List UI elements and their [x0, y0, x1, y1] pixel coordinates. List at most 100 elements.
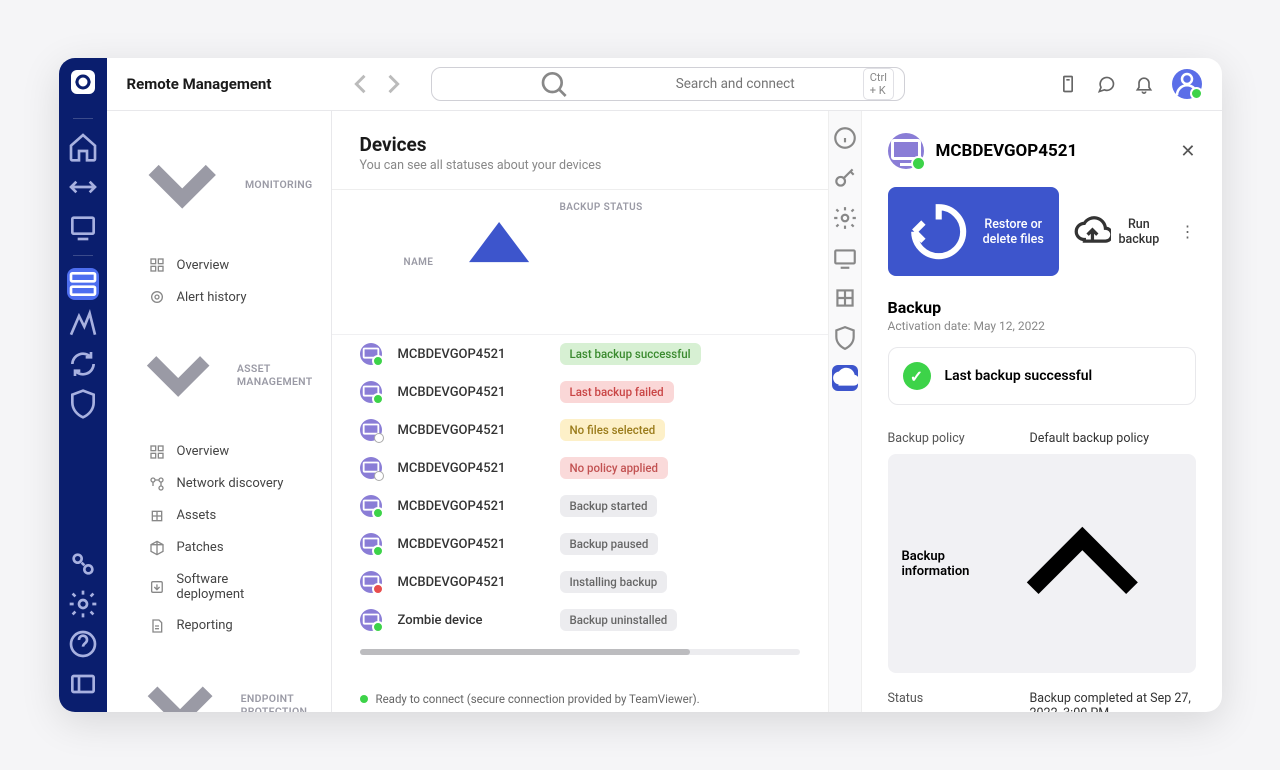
table-row[interactable]: MCBDEVGOP4521Last backup failed43 — [332, 373, 828, 411]
rail-collapse-icon[interactable] — [67, 668, 99, 700]
storage-value: 1,4 — [760, 537, 828, 552]
status-badge: Backup started — [560, 495, 658, 517]
rail-shield-icon[interactable] — [67, 388, 99, 420]
app-logo-icon — [71, 70, 95, 94]
device-status-icon — [360, 381, 382, 403]
sidebar-item-patches[interactable]: Patches — [115, 533, 323, 563]
bell-icon[interactable] — [1134, 74, 1154, 94]
sidebar-section-monitoring[interactable]: MONITORING — [107, 119, 331, 249]
close-icon[interactable]: ✕ — [1180, 141, 1195, 162]
device-name: MCBDEVGOP4521 — [398, 347, 506, 362]
search-box[interactable]: Ctrl + K — [431, 67, 905, 101]
device-status-icon — [360, 419, 382, 441]
vstrip-info-icon[interactable] — [832, 125, 858, 151]
chevron-down-icon — [125, 127, 239, 241]
rail-transfer-icon[interactable] — [67, 171, 99, 203]
vstrip-gear-icon[interactable] — [832, 205, 858, 231]
table-row[interactable]: MCBDEVGOP4521Installing backup-- — [332, 563, 828, 601]
device-name: MCBDEVGOP4521 — [398, 423, 506, 438]
detail-device-icon — [888, 133, 924, 169]
device-status-icon — [360, 343, 382, 365]
devices-title: Devices — [360, 133, 800, 156]
rail-network-icon[interactable] — [67, 308, 99, 340]
backup-status-card: ✓ Last backup successful — [888, 347, 1196, 405]
report-icon — [149, 618, 165, 634]
sidebar-item-overview[interactable]: Overview — [115, 437, 323, 467]
table-row[interactable]: MCBDEVGOP4521No files selected0 G — [332, 411, 828, 449]
chat-icon[interactable] — [1096, 74, 1116, 94]
rail-integrations-icon[interactable] — [67, 548, 99, 580]
table-row[interactable]: Zombie deviceBackup uninstalled1,2 — [332, 601, 828, 639]
detail-panel: MCBDEVGOP4521 ✕ Restore or delete files … — [862, 111, 1222, 712]
sidebar-item-reporting[interactable]: Reporting — [115, 611, 323, 641]
sidebar-item-overview[interactable]: Overview — [115, 250, 323, 280]
vstrip-key-icon[interactable] — [832, 165, 858, 191]
device-name: MCBDEVGOP4521 — [398, 575, 506, 590]
table-row[interactable]: MCBDEVGOP4521No policy applied0 G — [332, 449, 828, 487]
run-backup-button[interactable]: Run backup — [1073, 212, 1160, 251]
rail-home-icon[interactable] — [67, 131, 99, 163]
chevron-down-icon — [125, 321, 231, 427]
vstrip-grid-icon[interactable] — [832, 285, 858, 311]
status-badge: No policy applied — [560, 457, 669, 479]
nav-back-icon[interactable] — [347, 70, 375, 98]
keyboard-shortcut: Ctrl + K — [863, 68, 895, 100]
status-badge: Backup uninstalled — [560, 609, 678, 631]
nav-forward-icon[interactable] — [379, 70, 407, 98]
col-status-label[interactable]: BACKUP STATUS — [560, 202, 643, 213]
col-name-label[interactable]: NAME — [404, 257, 434, 268]
sidebar-section-asset management[interactable]: ASSET MANAGEMENT — [107, 313, 331, 435]
grid-icon — [149, 508, 165, 524]
vstrip-cloud-icon[interactable] — [832, 365, 858, 391]
sidebar-item-label: Assets — [177, 508, 217, 523]
sidebar-item-network-discovery[interactable]: Network discovery — [115, 469, 323, 499]
status-badge: No files selected — [560, 419, 666, 441]
storage-value: 1,2 — [760, 613, 828, 628]
status-badge: Backup paused — [560, 533, 659, 555]
sidebar-item-label: Alert history — [177, 290, 247, 305]
table-row[interactable]: MCBDEVGOP4521Backup started42 — [332, 487, 828, 525]
search-input[interactable] — [676, 76, 853, 92]
dashboard-icon — [149, 444, 165, 460]
info-value: Backup completed at Sep 27, 2022, 3:00 P… — [1030, 691, 1196, 712]
policy-value: Default backup policy — [1030, 431, 1196, 446]
sidebar-item-assets[interactable]: Assets — [115, 501, 323, 531]
topbar: Remote Management Ctrl + K — [107, 58, 1222, 111]
vstrip-monitor-icon[interactable] — [832, 245, 858, 271]
device-name: MCBDEVGOP4521 — [398, 385, 506, 400]
sidebar-section-endpoint protection[interactable]: ENDPOINT PROTECTION — [107, 642, 331, 712]
cloud-upload-icon — [1073, 212, 1112, 251]
status-badge: Last backup failed — [560, 381, 674, 403]
rail-help-icon[interactable] — [67, 628, 99, 660]
search-icon — [442, 68, 665, 100]
rail-backup-icon[interactable] — [67, 268, 99, 300]
device-status-icon — [360, 609, 382, 631]
table-row[interactable]: MCBDEVGOP4521Last backup successful120 — [332, 335, 828, 373]
restore-delete-button[interactable]: Restore or delete files — [888, 187, 1059, 276]
device-status-icon — [360, 457, 382, 479]
vstrip-shield-icon[interactable] — [832, 325, 858, 351]
sort-asc-icon — [439, 202, 559, 322]
sidebar-item-software-deployment[interactable]: Software deployment — [115, 565, 323, 609]
package-icon — [149, 540, 165, 556]
network-icon — [149, 476, 165, 492]
clipboard-icon[interactable] — [1058, 74, 1078, 94]
rail-loop-icon[interactable] — [67, 348, 99, 380]
rail-device-icon[interactable] — [67, 211, 99, 243]
device-name: MCBDEVGOP4521 — [398, 499, 506, 514]
rail-settings-icon[interactable] — [67, 588, 99, 620]
horizontal-scrollbar[interactable] — [360, 649, 800, 655]
user-avatar[interactable] — [1172, 69, 1202, 99]
dashboard-icon — [149, 257, 165, 273]
check-icon: ✓ — [903, 362, 931, 390]
sidebar-item-label: Network discovery — [177, 476, 284, 491]
restore-icon — [902, 195, 975, 268]
backup-info-accordion[interactable]: Backup information — [888, 454, 1196, 673]
page-title: Remote Management — [127, 75, 272, 93]
sidebar-item-label: Reporting — [177, 618, 233, 633]
more-actions-icon[interactable]: ⋮ — [1180, 222, 1196, 241]
table-row[interactable]: MCBDEVGOP4521 Backup paused 1,4 — [332, 525, 828, 563]
chevron-down-icon — [125, 650, 235, 712]
sidebar-item-alert-history[interactable]: Alert history — [115, 282, 323, 312]
device-name: MCBDEVGOP4521 — [398, 537, 506, 552]
